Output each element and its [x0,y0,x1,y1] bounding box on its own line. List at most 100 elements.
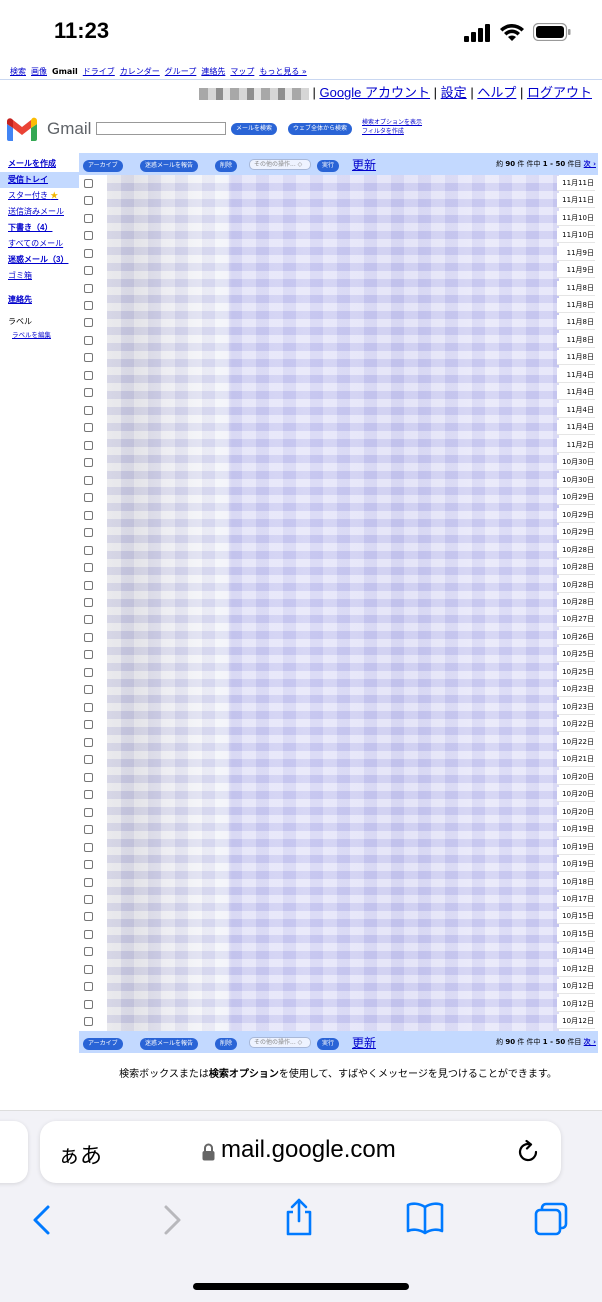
message-checkbox[interactable] [84,301,93,311]
message-row[interactable]: 11月8日 [79,315,598,331]
message-checkbox[interactable] [84,999,93,1009]
top-nav-item[interactable]: ドライブ [83,67,115,76]
top-nav-item[interactable]: もっと見る » [259,67,306,76]
share-icon[interactable] [283,1197,315,1237]
message-row[interactable]: 11月9日 [79,245,598,262]
text-size-button[interactable]: ぁあ [58,1138,102,1170]
message-checkbox[interactable] [84,510,93,520]
archive-button[interactable]: アーカイブ [83,160,123,172]
more-actions-select[interactable]: その他の操作... ◇ [249,159,311,170]
more-actions-select[interactable]: その他の操作... ◇ [249,1037,311,1048]
message-row[interactable]: 10月19日 [79,822,598,838]
sidebar-item-drafts[interactable]: 下書き（4） [8,220,78,236]
message-checkbox[interactable] [84,248,93,258]
refresh-link[interactable]: 更新 [352,156,376,173]
delete-button[interactable]: 削除 [215,1038,238,1050]
sidebar-item-sent[interactable]: 送信済みメール [8,204,78,220]
message-checkbox[interactable] [84,947,93,957]
message-row[interactable]: 10月12日 [79,961,598,978]
message-row[interactable]: 10月22日 [79,717,598,733]
message-row[interactable]: 11月11日 [79,193,598,209]
message-row[interactable]: 10月19日 [79,857,598,873]
message-checkbox[interactable] [84,912,93,922]
message-row[interactable]: 10月23日 [79,682,598,698]
sidebar-item-inbox[interactable]: 受信トレイ [0,172,80,188]
message-row[interactable]: 10月21日 [79,752,598,768]
search-web-button[interactable]: ウェブ全体から検索 [288,123,353,135]
message-row[interactable]: 11月10日 [79,210,598,227]
message-row[interactable]: 10月25日 [79,647,598,663]
message-row[interactable]: 10月29日 [79,490,598,506]
top-nav-item[interactable]: カレンダー [120,67,160,76]
settings-link[interactable]: 設定 [441,85,467,100]
top-nav-item[interactable]: 連絡先 [201,67,225,76]
message-row[interactable]: 10月15日 [79,926,598,943]
message-checkbox[interactable] [84,335,93,345]
execute-button[interactable]: 実行 [317,160,340,172]
message-checkbox[interactable] [84,266,93,276]
message-row[interactable]: 10月28日 [79,560,598,576]
message-row[interactable]: 10月20日 [79,787,598,803]
message-checkbox[interactable] [84,615,93,625]
message-row[interactable]: 10月29日 [79,507,598,524]
message-checkbox[interactable] [84,1017,93,1027]
message-row[interactable]: 11月10日 [79,228,598,244]
message-checkbox[interactable] [84,598,93,607]
message-checkbox[interactable] [84,650,93,660]
message-row[interactable]: 10月17日 [79,891,598,908]
sidebar-item-trash[interactable]: ゴミ箱 [8,268,78,284]
top-nav-item[interactable]: グループ [165,67,197,76]
message-checkbox[interactable] [84,196,93,206]
report-spam-button[interactable]: 迷惑メールを報告 [140,160,199,172]
report-spam-button[interactable]: 迷惑メールを報告 [140,1038,199,1050]
message-checkbox[interactable] [84,842,93,852]
message-row[interactable]: 11月8日 [79,280,598,297]
top-nav-item[interactable]: マップ [230,67,254,76]
message-checkbox[interactable] [84,807,93,817]
sidebar-item-starred[interactable]: スター付き ★ [8,188,78,204]
tabs-icon[interactable] [533,1201,569,1237]
message-row[interactable]: 11月4日 [79,385,598,401]
message-checkbox[interactable] [84,213,93,223]
sidebar-item-all-mail[interactable]: すべてのメール [8,236,78,252]
message-checkbox[interactable] [84,982,93,992]
message-checkbox[interactable] [84,563,93,573]
back-icon[interactable] [30,1203,54,1237]
message-row[interactable]: 10月28日 [79,542,598,559]
message-row[interactable]: 10月15日 [79,909,598,925]
message-row[interactable]: 10月14日 [79,944,598,960]
message-checkbox[interactable] [84,877,93,887]
archive-button[interactable]: アーカイブ [83,1038,123,1050]
message-checkbox[interactable] [84,667,93,677]
next-page-link[interactable]: 次 › [584,160,596,168]
message-row[interactable]: 10月30日 [79,472,598,489]
message-checkbox[interactable] [84,790,93,800]
message-row[interactable]: 10月22日 [79,734,598,751]
create-filter-link[interactable]: フィルタを作成 [362,127,422,136]
message-checkbox[interactable] [84,440,93,450]
message-checkbox[interactable] [84,178,93,188]
message-row[interactable]: 11月2日 [79,437,598,454]
message-checkbox[interactable] [84,405,93,415]
show-search-options-link[interactable]: 検索オプションを表示 [362,118,422,127]
logout-link[interactable]: ログアウト [527,85,592,100]
message-row[interactable]: 10月19日 [79,839,598,856]
message-checkbox[interactable] [84,825,93,835]
search-mail-button[interactable]: メールを検索 [231,123,278,135]
bookmarks-icon[interactable] [405,1201,445,1235]
message-row[interactable]: 10月12日 [79,979,598,995]
message-checkbox[interactable] [84,720,93,730]
message-checkbox[interactable] [84,772,93,782]
execute-button[interactable]: 実行 [317,1038,340,1050]
message-checkbox[interactable] [84,283,93,293]
message-checkbox[interactable] [84,702,93,712]
sidebar-item-spam[interactable]: 迷惑メール（3） [8,252,78,268]
message-row[interactable]: 10月30日 [79,455,598,471]
gmail-logo-icon[interactable] [6,116,38,142]
message-row[interactable]: 11月9日 [79,263,598,279]
mail-search-input[interactable] [96,122,226,135]
message-checkbox[interactable] [84,894,93,904]
message-row[interactable]: 10月20日 [79,804,598,821]
message-row[interactable]: 10月28日 [79,595,598,611]
compose-link[interactable]: メールを作成 [8,156,78,172]
